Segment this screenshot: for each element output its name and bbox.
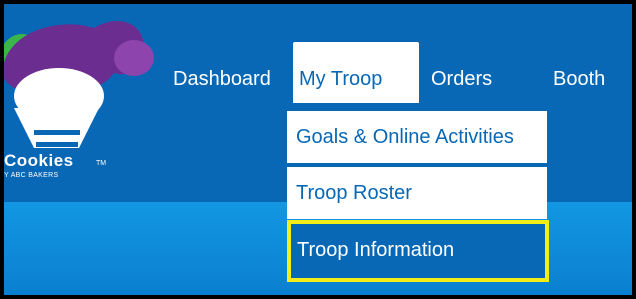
app-frame: Cookies TM Y ABC BAKERS Dashboard My Tro… [4,4,632,295]
logo-girl-icon [4,20,154,148]
nav-my-troop[interactable]: My Troop [299,68,382,91]
nav-booth[interactable]: Booth [553,68,605,91]
nav-dashboard[interactable]: Dashboard [173,68,271,91]
menu-item-troop-information[interactable]: Troop Information [287,220,549,282]
logo-text: Cookies [4,151,74,170]
logo-subtitle: Y ABC BAKERS [4,172,59,179]
logo-trademark: TM [96,160,107,167]
menu-item-troop-roster[interactable]: Troop Roster [287,167,547,219]
menu-item-goals[interactable]: Goals & Online Activities [287,111,547,163]
nav-orders[interactable]: Orders [431,68,492,91]
my-troop-dropdown: Goals & Online Activities Troop Roster T… [287,103,549,293]
